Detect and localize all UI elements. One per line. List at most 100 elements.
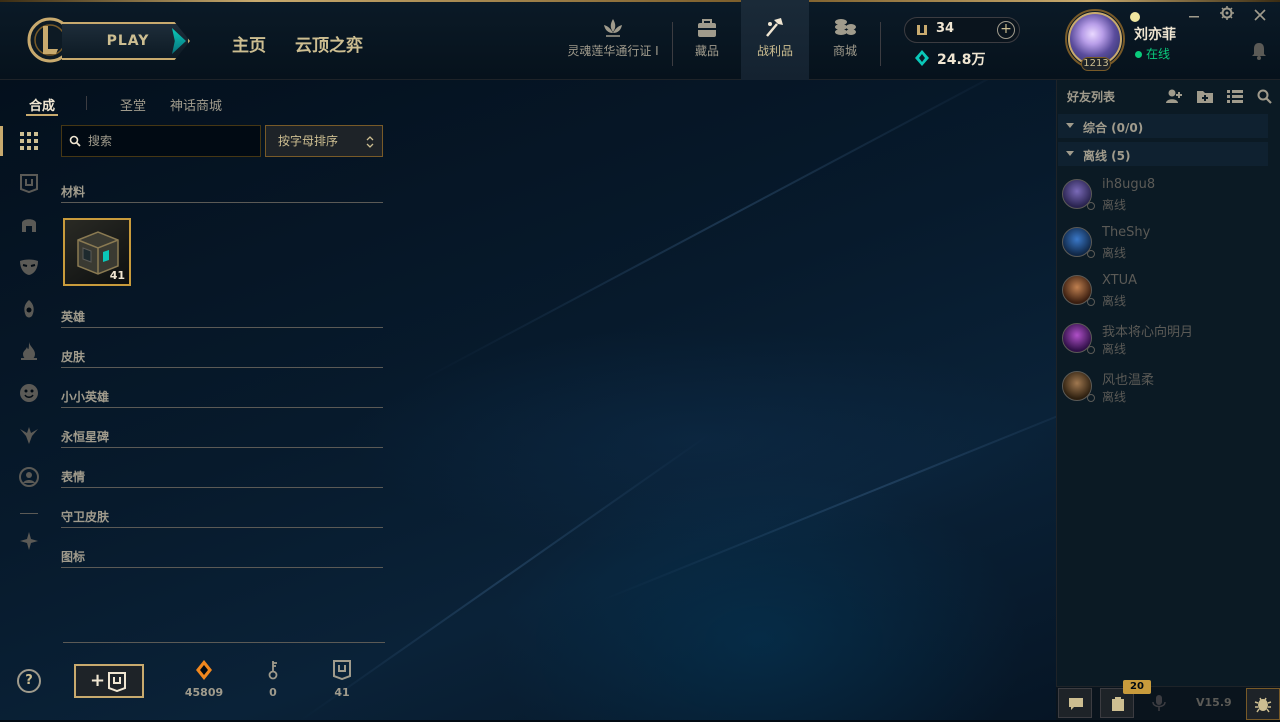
friend-item[interactable]: 风也温柔 离线 (1062, 369, 1262, 413)
loot-hammer-icon (766, 18, 783, 37)
nav-collection[interactable]: 藏品 (680, 16, 734, 59)
filter-champions-helmet-icon[interactable] (18, 214, 40, 236)
status-text[interactable]: 在线 (1135, 45, 1170, 62)
nav-divider (880, 22, 881, 66)
updown-chevron-icon (366, 136, 374, 148)
notifications-bell-icon[interactable] (1251, 42, 1267, 60)
rp-value: 34 (936, 21, 955, 36)
loot-item-hextech-chest[interactable]: 41 (63, 218, 131, 286)
chests-counter: 41 (312, 660, 372, 699)
chest-icon (333, 660, 351, 680)
minimize-icon (1189, 16, 1199, 18)
active-tab-underline (26, 114, 58, 116)
gear-icon (1220, 6, 1234, 20)
category-skins: 皮肤 (61, 346, 383, 368)
chat-button[interactable] (1058, 688, 1092, 718)
friend-item[interactable]: ih8ugu8 离线 (1062, 177, 1262, 221)
plus-icon: + (90, 670, 106, 691)
category-little-legends: 小小英雄 (61, 386, 383, 408)
filter-icons-profile-icon[interactable] (18, 466, 40, 488)
blue-essence-value: 24.8万 (937, 52, 986, 68)
tab-crafting[interactable]: 合成 (29, 95, 55, 114)
category-materials: 材料 (61, 181, 383, 203)
offline-dot-icon (1087, 250, 1095, 258)
online-dot-icon (1135, 51, 1142, 58)
nav-event-pass[interactable]: 灵魂莲华通行证 I (566, 16, 660, 59)
keys-counter: 0 (243, 660, 303, 699)
search-icon (69, 135, 81, 147)
rp-icon (917, 25, 927, 35)
friend-item[interactable]: XTUA 离线 (1062, 273, 1262, 317)
friend-group-general[interactable]: 综合 (0/0) (1058, 114, 1268, 138)
bag-icon (698, 19, 716, 37)
clipboard-icon (1112, 697, 1124, 711)
category-eternals: 永恒星碑 (61, 426, 383, 448)
category-emotes: 表情 (61, 466, 383, 488)
offline-dot-icon (1087, 346, 1095, 354)
filter-eternals-flame-icon[interactable] (18, 340, 40, 362)
search-field[interactable] (61, 125, 261, 157)
subnav-divider (86, 96, 87, 110)
category-champions: 英雄 (61, 306, 383, 328)
nav-divider (672, 22, 673, 66)
username: 刘亦菲 (1134, 27, 1176, 43)
tab-sanctum[interactable]: 圣堂 (120, 95, 146, 114)
nav-home[interactable]: 主页 (232, 31, 266, 56)
close-icon (1254, 9, 1266, 21)
tab-mythic-shop[interactable]: 神话商城 (170, 95, 222, 114)
bug-icon (1254, 697, 1272, 713)
category-icons: 图标 (61, 546, 383, 568)
notification-count-badge: 20 (1123, 680, 1151, 694)
minimize-button[interactable] (1184, 6, 1204, 26)
nav-tft[interactable]: 云顶之弈 (295, 31, 363, 56)
filter-skins-mask-icon[interactable] (18, 256, 40, 278)
lotus-icon (604, 19, 622, 37)
buy-rp-button[interactable]: + (997, 21, 1015, 39)
search-friends-icon[interactable] (1256, 88, 1274, 104)
list-view-icon[interactable] (1226, 88, 1244, 104)
filter-emotes-smile-icon[interactable] (18, 382, 40, 404)
orange-essence-icon (196, 660, 212, 680)
play-button[interactable]: PLAY (62, 22, 190, 60)
filter-all-grid-icon[interactable] (18, 130, 40, 152)
offline-dot-icon (1087, 202, 1095, 210)
friend-item[interactable]: TheShy 离线 (1062, 225, 1262, 269)
filter-other-icon[interactable] (18, 530, 40, 552)
settings-button[interactable] (1217, 6, 1237, 26)
craft-chest-button[interactable]: + (74, 664, 144, 698)
top-accent-line (0, 0, 1280, 2)
client-version: V15.9 (1196, 696, 1232, 709)
friends-list-title: 好友列表 (1067, 90, 1116, 104)
nav-store[interactable]: 商城 (818, 16, 872, 59)
close-button[interactable] (1250, 6, 1270, 26)
blue-essence-icon (915, 50, 929, 66)
side-divider (20, 513, 38, 514)
caret-down-icon (1066, 123, 1074, 128)
caret-down-icon (1066, 151, 1074, 156)
sort-dropdown[interactable]: 按字母排序 (265, 125, 383, 157)
friend-item[interactable]: 我本将心向明月 离线 (1062, 321, 1262, 365)
category-ward-skins: 守卫皮肤 (61, 506, 383, 528)
offline-dot-icon (1087, 298, 1095, 306)
nav-loot[interactable]: 战利品 (741, 0, 809, 80)
sparkle-icon (1130, 12, 1140, 22)
friend-group-offline[interactable]: 离线 (5) (1058, 142, 1268, 166)
active-filter-marker (0, 126, 3, 156)
filter-ward-skins-icon[interactable] (18, 424, 40, 446)
help-button[interactable]: ? (17, 669, 41, 693)
chat-bubble-icon (1069, 698, 1083, 710)
summoner-level: 1213 (1081, 57, 1111, 71)
offline-dot-icon (1087, 394, 1095, 402)
add-friend-icon[interactable] (1165, 88, 1183, 104)
key-icon (268, 661, 278, 680)
filter-little-legends-icon[interactable] (18, 298, 40, 320)
loot-item-count: 41 (109, 269, 125, 282)
add-folder-icon[interactable] (1196, 88, 1214, 104)
search-input[interactable] (86, 131, 254, 151)
coins-icon (835, 19, 856, 35)
chest-icon (108, 672, 126, 692)
orange-essence-counter: 45809 (174, 660, 234, 699)
filter-chests-icon[interactable] (18, 172, 40, 194)
microphone-icon[interactable] (1152, 694, 1166, 712)
bug-report-button[interactable] (1246, 688, 1280, 720)
